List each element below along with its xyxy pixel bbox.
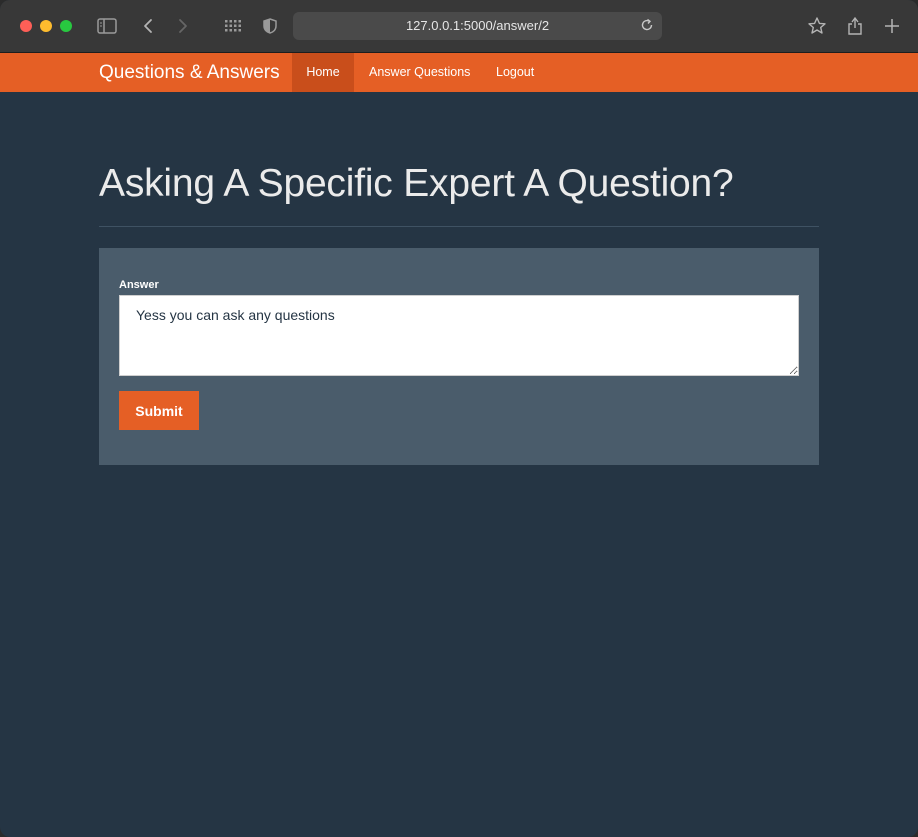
- nav-answer-questions[interactable]: Answer Questions: [354, 53, 485, 92]
- site-brand[interactable]: Questions & Answers: [99, 62, 280, 84]
- url-text: 127.0.0.1:5000/answer/2: [405, 18, 550, 33]
- star-icon[interactable]: [805, 14, 829, 38]
- new-tab-icon[interactable]: [880, 14, 904, 38]
- nav-home[interactable]: Home: [292, 53, 354, 92]
- minimize-window-button[interactable]: [40, 20, 52, 32]
- shield-icon[interactable]: [258, 14, 282, 38]
- back-icon[interactable]: [136, 14, 160, 38]
- nav-logout[interactable]: Logout: [481, 53, 549, 92]
- zoom-window-button[interactable]: [60, 20, 72, 32]
- share-icon[interactable]: [843, 14, 867, 38]
- browser-window: 127.0.0.1:5000/answer/2 Questions & Answ…: [0, 0, 918, 837]
- answer-textarea[interactable]: Yess you can ask any questions: [119, 295, 799, 376]
- close-window-button[interactable]: [20, 20, 32, 32]
- tab-grid-icon[interactable]: [221, 14, 245, 38]
- submit-button[interactable]: Submit: [119, 391, 199, 430]
- answer-form: Answer Yess you can ask any questions Su…: [99, 248, 819, 465]
- site-navbar: Questions & Answers Home Answer Question…: [0, 53, 918, 92]
- address-bar[interactable]: 127.0.0.1:5000/answer/2: [293, 12, 662, 40]
- title-divider: [99, 226, 819, 227]
- browser-toolbar: 127.0.0.1:5000/answer/2: [0, 0, 918, 53]
- sidebar-icon[interactable]: [95, 14, 119, 38]
- reload-icon[interactable]: [640, 18, 656, 34]
- page-title: Asking A Specific Expert A Question?: [99, 162, 734, 205]
- answer-label: Answer: [119, 279, 159, 291]
- forward-icon[interactable]: [171, 14, 195, 38]
